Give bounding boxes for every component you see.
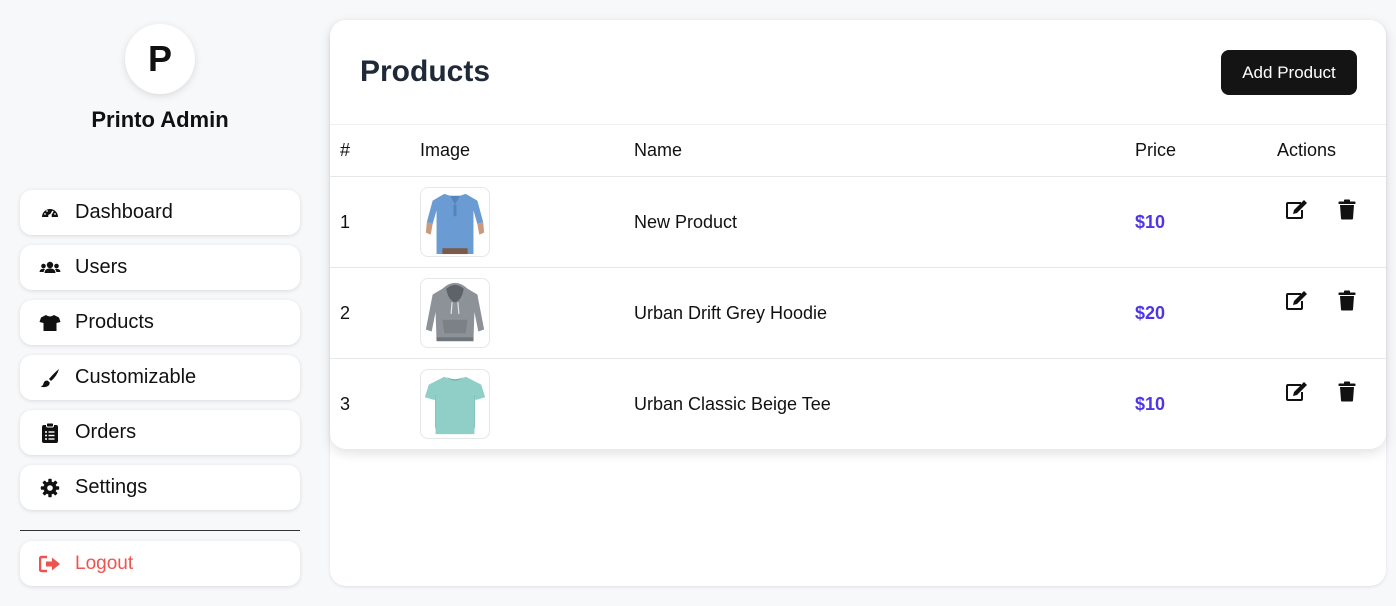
sidebar-item-customizable[interactable]: Customizable [20, 355, 300, 400]
product-image [420, 278, 490, 348]
sidebar-item-settings[interactable]: Settings [20, 465, 300, 510]
gauge-icon [39, 202, 61, 224]
sidebar-item-label: Products [75, 311, 154, 333]
sign-out-icon [39, 553, 61, 575]
row-number: 3 [340, 394, 351, 414]
column-header-name: Name [634, 140, 683, 160]
column-header-actions: Actions [1277, 140, 1337, 160]
clipboard-list-icon [39, 422, 61, 444]
product-price: $10 [1135, 212, 1166, 232]
card-header: Products Add Product [330, 20, 1386, 125]
edit-icon[interactable] [1285, 379, 1309, 403]
tshirt-icon [39, 312, 61, 334]
sidebar-nav: Dashboard Users Products Customizable Or… [20, 190, 300, 520]
sidebar-item-label: Dashboard [75, 201, 173, 223]
product-price: $20 [1135, 303, 1166, 323]
trash-icon[interactable] [1335, 197, 1359, 221]
table-row: 1 New Product $10 [330, 177, 1386, 268]
products-card: Products Add Product # Image Name Price … [330, 20, 1386, 449]
avatar: P [125, 24, 195, 94]
product-name: Urban Drift Grey Hoodie [634, 303, 828, 323]
product-price: $10 [1135, 394, 1166, 414]
column-header-number: # [340, 140, 351, 160]
gear-icon [39, 477, 61, 499]
trash-icon[interactable] [1335, 379, 1359, 403]
brush-icon [39, 367, 61, 389]
sidebar-divider [20, 530, 300, 531]
product-image [420, 187, 490, 257]
edit-icon[interactable] [1285, 288, 1309, 312]
product-name: New Product [634, 212, 738, 232]
brand-title: Printo Admin [91, 107, 229, 132]
column-header-image: Image [420, 140, 471, 160]
sidebar-item-orders[interactable]: Orders [20, 410, 300, 455]
sidebar-item-users[interactable]: Users [20, 245, 300, 290]
sidebar-item-label: Settings [75, 476, 148, 498]
table-row: 2 Urban Drift Grey Hoodie $20 [330, 268, 1386, 359]
product-name: Urban Classic Beige Tee [634, 394, 831, 414]
page-title: Products [360, 55, 491, 88]
app: P Printo Admin Dashboard Users Products [0, 0, 1396, 606]
sidebar-item-label: Customizable [75, 366, 197, 388]
sidebar-item-dashboard[interactable]: Dashboard [20, 190, 300, 235]
logout-button[interactable]: Logout [20, 541, 300, 586]
table-header: # Image Name Price Actions [330, 125, 1386, 177]
row-number: 2 [340, 303, 351, 323]
column-header-price: Price [1135, 140, 1177, 160]
sidebar-item-label: Users [75, 256, 128, 278]
sidebar-item-products[interactable]: Products [20, 300, 300, 345]
sidebar-item-label: Orders [75, 421, 137, 443]
add-product-button[interactable]: Add Product [1221, 50, 1357, 95]
edit-icon[interactable] [1285, 197, 1309, 221]
product-image [420, 369, 490, 439]
logout-label: Logout [75, 552, 134, 574]
row-number: 1 [340, 212, 351, 232]
trash-icon[interactable] [1335, 288, 1359, 312]
table-row: 3 Urban Classic Beige Tee $10 [330, 359, 1386, 449]
users-icon [39, 257, 61, 279]
sidebar: P Printo Admin Dashboard Users Products [0, 0, 320, 606]
